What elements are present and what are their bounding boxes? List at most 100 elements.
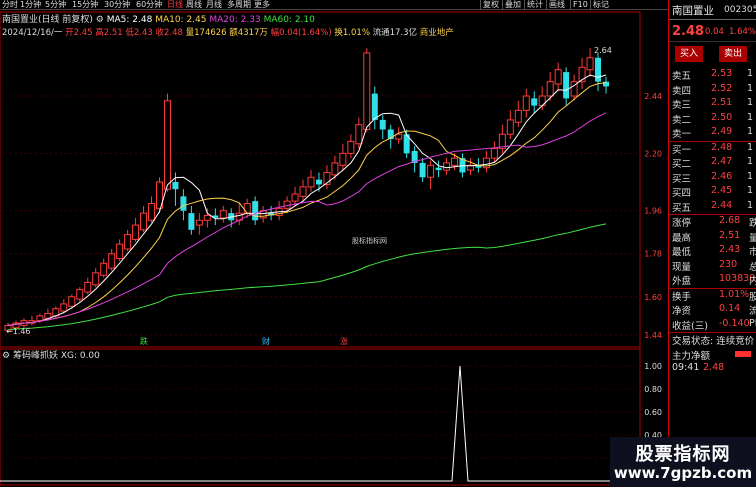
candle-body-up — [514, 109, 522, 123]
candle-body-up — [60, 303, 68, 312]
candle-body-up — [92, 272, 100, 286]
price-axis: 2.44 2.20 1.96 1.78 1.60 1.44 — [644, 92, 662, 340]
indicator-tick-label: 1.00 — [644, 362, 662, 371]
candle-body-down — [371, 93, 378, 120]
marker-0: 跌 — [140, 336, 148, 346]
candle-body-down — [595, 57, 602, 82]
ma20-line — [7, 112, 607, 326]
candle-body-up — [148, 203, 156, 221]
candle-body-up — [506, 119, 514, 135]
stock-title: 南国置业(日线 前复权) — [2, 15, 93, 25]
stock-name: 南国置业 — [672, 5, 714, 17]
indicator-settings-icon[interactable]: ⚙ — [2, 351, 10, 361]
candle-body-up — [443, 162, 451, 171]
ma10-value: MA10: 2.45 — [155, 15, 207, 25]
indicator-tick-label: 0.60 — [644, 408, 662, 417]
high-value: 高2.51 — [95, 28, 123, 38]
bid-label: 买五 — [672, 202, 692, 214]
candle-body-up — [427, 164, 435, 178]
settings-icon[interactable]: ⚙ — [96, 15, 104, 25]
candle-body-up — [522, 95, 530, 111]
ask-label: 卖五 — [672, 71, 692, 82]
ask-book: 卖五 2.53 1 卖四 2.52 1 卖三 2.51 1 卖二 2.50 1 卖一 2.49 1 — [669, 68, 756, 141]
candle-body-up — [586, 57, 594, 71]
quote-panel: 南国置业 002305 2.48 0.04 1.64% 买入 卖出 卖五 2.53… — [668, 0, 756, 487]
ma20-value: MA20: 2.33 — [209, 15, 261, 25]
candle-body-up — [36, 315, 44, 322]
stat-label: 最高 — [672, 232, 692, 244]
candle-body-up — [219, 210, 227, 219]
indicator-axis: 1.000.800.600.400.200.00 — [0, 362, 662, 486]
stock-code: 002305 — [724, 5, 756, 15]
stat2-price: 0.14 — [719, 303, 741, 314]
stat2-label: 净资 — [672, 306, 692, 317]
marker-1: 财 — [262, 336, 270, 346]
ask-extra: 1 — [747, 82, 754, 94]
bid-extra: 1 — [747, 199, 754, 211]
candle-body-up — [451, 157, 459, 166]
low-annotation: ←1.46 — [6, 327, 31, 336]
ask-price: 2.49 — [711, 126, 733, 137]
bid-price: 2.46 — [711, 170, 733, 182]
amplitude-value: 幅0.04(1.64%) — [270, 28, 332, 38]
ask-label: 卖三 — [672, 100, 692, 111]
close-value: 收2.48 — [155, 28, 183, 38]
watermark-logo: 股票指标网 www.7gpzb.com — [610, 437, 756, 487]
quote-stats-2: 换手 1.01%股净资 0.14 流收益(三) -0.140PE — [669, 289, 756, 333]
price-tick-label: 1.96 — [644, 207, 662, 216]
bid-label: 买三 — [672, 173, 692, 185]
ask-row: 卖一 2.49 1 — [669, 126, 756, 141]
float-cap-value: 流通17.3亿 — [372, 28, 418, 38]
stat-price: 2.51 — [719, 229, 741, 241]
candle-body-down — [315, 179, 322, 185]
high-annotation: 2.64 — [594, 46, 612, 55]
xg-signal-line — [0, 365, 640, 482]
stat2-extra: 流 — [749, 303, 756, 317]
stat-extra: 总 — [749, 259, 756, 273]
ask-row: 卖三 2.51 1 — [669, 97, 756, 112]
candle-body-up — [243, 203, 251, 214]
stat-price: 2.43 — [719, 244, 741, 255]
trade-state: 交易状态: 连续竞价 — [672, 336, 755, 347]
bid-row: 买五 2.44 1 — [669, 200, 756, 215]
candle-body-up — [307, 176, 315, 188]
stat-price: 2.68 — [719, 215, 741, 226]
stat-label: 现量 — [672, 261, 692, 273]
stat2-extra: PE — [749, 317, 756, 329]
current-price: 2.48 — [672, 24, 705, 39]
candle-body-up — [363, 52, 371, 130]
tick-row: 09:41 2.48 — [669, 362, 756, 377]
sector-value: 商业地产 — [419, 28, 454, 38]
candle-body-up — [68, 296, 76, 307]
turnover-value: 换1.01% — [334, 28, 370, 38]
bid-label: 买二 — [672, 159, 692, 170]
buy-button[interactable]: 买入 — [675, 46, 703, 62]
candle-body-up — [76, 289, 84, 300]
price-tick-label: 2.44 — [644, 92, 662, 101]
stat2-label: 换手 — [672, 291, 692, 303]
ask-extra: 1 — [747, 97, 754, 108]
ask-price: 2.51 — [711, 97, 733, 108]
bid-extra: 1 — [747, 141, 754, 153]
candle-body-up — [339, 152, 347, 166]
bid-row: 买三 2.46 1 — [669, 171, 756, 186]
stat2-row: 换手 1.01%股 — [669, 289, 756, 304]
bid-price: 2.48 — [711, 141, 733, 153]
candle-body-up — [108, 253, 116, 269]
ask-extra: 1 — [747, 68, 754, 79]
indicator-line — [0, 365, 640, 482]
ask-price: 2.52 — [711, 82, 733, 94]
candle-body-up — [395, 133, 403, 140]
bid-extra: 1 — [747, 170, 754, 182]
stat-row: 涨停 2.68 跌 — [669, 215, 756, 230]
sell-button[interactable]: 卖出 — [719, 46, 747, 62]
indicator-title: ⚙ 筹码峰抓妖 XG: 0.00 — [2, 350, 100, 362]
kline-chart[interactable]: 2.442.201.961.781.601.44 1.000.800.600.4… — [0, 0, 668, 487]
ask-price: 2.53 — [711, 68, 733, 79]
bid-price: 2.44 — [711, 199, 733, 211]
ma60-value: MA60: 2.10 — [263, 15, 315, 25]
indicator-tick-label: 0.80 — [644, 385, 662, 394]
candle-body-up — [84, 281, 92, 293]
stat2-extra: 股 — [749, 289, 756, 303]
bid-row: 买二 2.47 1 — [669, 156, 756, 171]
